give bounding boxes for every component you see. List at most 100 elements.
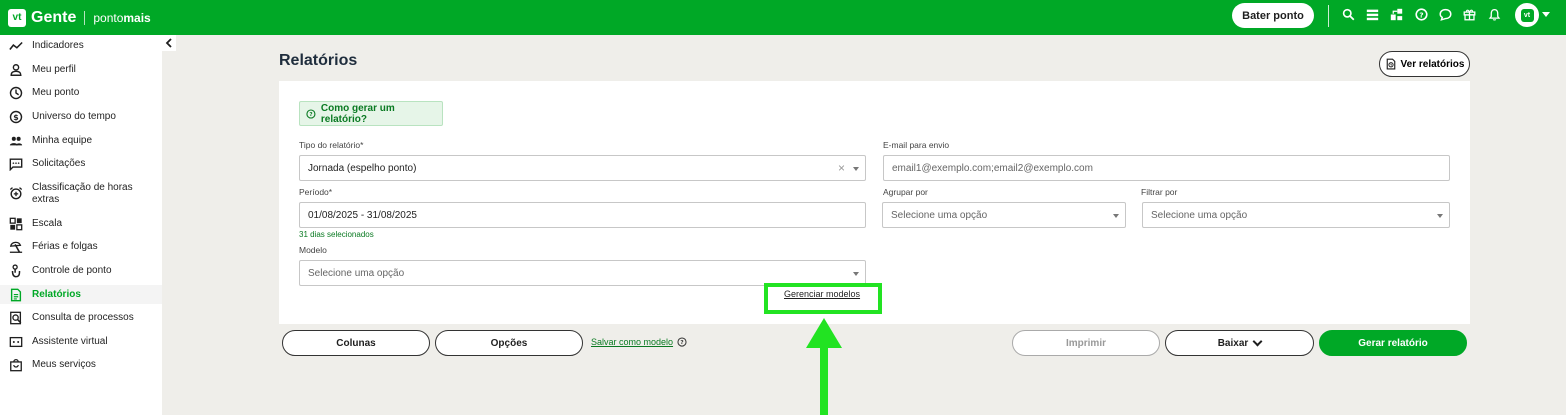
sidebar-item-universo-do-tempo[interactable]: $ Universo do tempo	[0, 110, 162, 124]
periodo-hint: 31 dias selecionados	[299, 230, 374, 239]
gerar-relatorio-button[interactable]: Gerar relatório	[1319, 330, 1467, 356]
sidebar-item-assistente-virtual[interactable]: Assistente virtual	[0, 335, 162, 349]
chat-icon[interactable]	[1438, 6, 1454, 22]
bag-icon	[8, 358, 24, 372]
filtrar-placeholder: Selecione uma opção	[1151, 209, 1248, 221]
avatar[interactable]: vt	[1515, 3, 1539, 27]
tipo-relatorio-label: Tipo do relatório*	[299, 140, 364, 150]
baixar-label: Baixar	[1217, 337, 1249, 349]
tipo-relatorio-select[interactable]: Jornada (espelho ponto) ×	[299, 155, 866, 181]
sidebar-item-label: Relatórios	[32, 288, 81, 300]
chevron-left-icon	[165, 38, 172, 48]
help-icon[interactable]: ?	[677, 337, 687, 347]
message-icon	[8, 157, 24, 171]
filtrar-label: Filtrar por	[1141, 187, 1178, 197]
chevron-down-icon	[1437, 214, 1443, 218]
help-icon: ?	[306, 108, 316, 119]
svg-text:?: ?	[680, 340, 683, 346]
imprimir-button[interactable]: Imprimir	[1012, 330, 1160, 356]
modelo-placeholder: Selecione uma opção	[308, 267, 405, 279]
sidebar-item-label: Meu ponto	[32, 87, 80, 98]
robot-icon	[8, 335, 24, 349]
search-doc-icon	[8, 311, 24, 325]
sidebar-item-indicadores[interactable]: Indicadores	[0, 39, 162, 53]
chart-line-icon	[8, 39, 24, 53]
sidebar-item-relatorios[interactable]: Relatórios	[0, 285, 162, 304]
gerenciar-modelos-link[interactable]: Gerenciar modelos	[784, 289, 860, 299]
sidebar-item-solicitacoes[interactable]: Solicitações	[0, 157, 162, 171]
sidebar-item-classificacao-horas-extras[interactable]: Classificação de horas extras	[0, 181, 162, 206]
email-envio-placeholder: email1@exemplo.com;email2@exemplo.com	[892, 162, 1093, 174]
sidebar-item-label: Escala	[32, 218, 63, 229]
how-to-banner[interactable]: ? Como gerar um relatório?	[299, 101, 443, 126]
sidebar-item-label: Meu perfil	[32, 64, 76, 75]
sidebar-item-label: Assistente virtual	[32, 336, 108, 347]
sidebar-item-label: Férias e folgas	[32, 241, 98, 252]
sidebar-item-label: Classificação de horas extras	[32, 182, 133, 205]
clock-icon	[8, 86, 24, 100]
bell-icon[interactable]	[1486, 6, 1502, 22]
agrupar-placeholder: Selecione uma opção	[891, 209, 988, 221]
user-icon	[8, 63, 24, 77]
logo-separator	[84, 10, 86, 25]
sidebar-item-label: Indicadores	[32, 40, 84, 51]
sidebar-item-label: Controle de ponto	[32, 265, 112, 276]
logo-mark: vt	[8, 8, 26, 27]
beach-icon	[8, 240, 24, 254]
modelo-label: Modelo	[299, 245, 327, 255]
periodo-input[interactable]: 01/08/2025 - 31/08/2025	[299, 202, 866, 228]
agrupar-label: Agrupar por	[883, 187, 928, 197]
alarm-plus-icon	[8, 186, 24, 200]
colunas-button[interactable]: Colunas	[282, 330, 430, 356]
sidebar-item-ferias-e-folgas[interactable]: Férias e folgas	[0, 240, 162, 254]
close-icon[interactable]: ×	[838, 161, 845, 175]
logo[interactable]: vt Gente pontomais	[8, 8, 151, 27]
sidebar-item-meu-perfil[interactable]: Meu perfil	[0, 63, 162, 77]
sidebar-item-label: Solicitações	[32, 158, 86, 169]
hand-icon	[8, 264, 24, 278]
sidebar-item-minha-equipe[interactable]: Minha equipe	[0, 134, 162, 148]
bater-ponto-button[interactable]: Bater ponto	[1232, 3, 1314, 28]
filtrar-select[interactable]: Selecione uma opção	[1142, 202, 1450, 228]
sidebar-item-consulta-de-processos[interactable]: Consulta de processos	[0, 311, 162, 325]
periodo-value: 01/08/2025 - 31/08/2025	[308, 209, 417, 221]
chevron-down-icon	[1113, 214, 1119, 218]
email-envio-input[interactable]: email1@exemplo.com;email2@exemplo.com	[883, 155, 1450, 181]
dollar-icon: $	[8, 110, 24, 124]
sidebar-item-label: Consulta de processos	[32, 312, 134, 323]
top-bar: vt Gente pontomais Bater ponto ? vt	[0, 0, 1566, 35]
opcoes-button[interactable]: Opções	[435, 330, 583, 356]
chevron-down-icon	[853, 167, 859, 171]
search-icon[interactable]	[1340, 6, 1356, 22]
collapse-sidebar-button[interactable]	[162, 35, 176, 51]
ver-relatorios-label: Ver relatórios	[1400, 58, 1465, 70]
svg-text:?: ?	[1419, 10, 1423, 19]
salvar-como-modelo-label: Salvar como modelo	[591, 337, 674, 347]
agrupar-select[interactable]: Selecione uma opção	[882, 202, 1126, 228]
sidebar-item-controle-de-ponto[interactable]: Controle de ponto	[0, 264, 162, 278]
help-icon[interactable]: ?	[1413, 6, 1429, 22]
document-icon	[8, 288, 24, 302]
grid-icon[interactable]	[1364, 6, 1380, 22]
how-to-label: Como gerar um relatório?	[320, 102, 395, 125]
annotation-arrow	[806, 318, 842, 415]
svg-text:$: $	[13, 113, 18, 122]
chevron-down-icon	[853, 272, 859, 276]
gift-icon[interactable]	[1462, 6, 1478, 22]
chevron-down-icon[interactable]	[1542, 12, 1550, 17]
avatar-mark: vt	[1520, 8, 1534, 22]
share-icon[interactable]	[1389, 6, 1405, 22]
logo-pontomais: pontomais	[93, 10, 151, 25]
sidebar-item-meu-ponto[interactable]: Meu ponto	[0, 86, 162, 100]
sidebar-item-escala[interactable]: Escala	[0, 217, 162, 231]
tipo-relatorio-value: Jornada (espelho ponto)	[308, 162, 417, 174]
top-divider	[1328, 5, 1329, 27]
salvar-como-modelo-link[interactable]: Salvar como modelo ?	[591, 337, 687, 347]
logo-gente: Gente	[31, 8, 77, 26]
report-history-icon	[1386, 58, 1395, 70]
sidebar-item-meus-servicos[interactable]: Meus serviços	[0, 358, 162, 372]
sidebar-item-label: Minha equipe	[32, 135, 93, 146]
top-icons: ?	[1340, 6, 1511, 22]
ver-relatorios-button[interactable]: Ver relatórios	[1379, 51, 1470, 77]
baixar-button[interactable]: Baixar	[1165, 330, 1314, 356]
